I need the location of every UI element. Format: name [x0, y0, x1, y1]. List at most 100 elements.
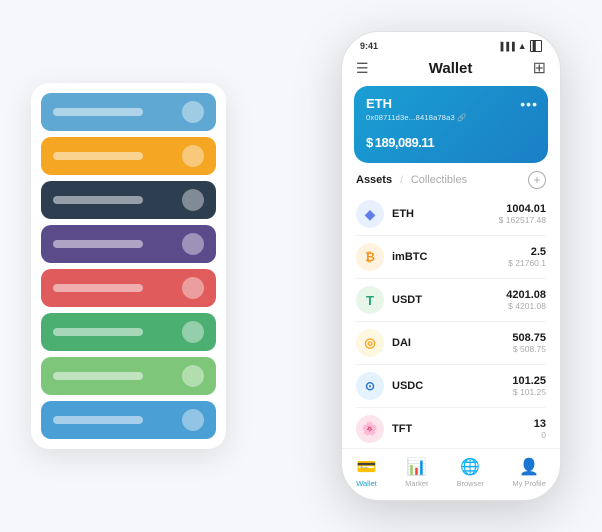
- scene: 9:41 ▐▐▐ ▲ ▌ ☰ Wallet ⊞ ETH 0x08711d3e..…: [21, 16, 581, 516]
- card-icon-6: [182, 321, 204, 343]
- asset-left-eth: ◆ ETH: [356, 200, 414, 228]
- asset-usd-eth: $ 162517.48: [499, 215, 546, 225]
- asset-icon-usdc: ⊙: [356, 372, 384, 400]
- asset-right-usdt: 4201.08 $ 4201.08: [506, 289, 546, 311]
- card-icon-5: [182, 277, 204, 299]
- status-time: 9:41: [360, 41, 378, 51]
- asset-item-imbtc[interactable]: ₿ imBTC 2.5 $ 21760.1: [356, 236, 546, 279]
- asset-item-usdt[interactable]: T USDT 4201.08 $ 4201.08: [356, 279, 546, 322]
- asset-amount-tft: 13: [534, 418, 546, 430]
- wallet-nav-label: Wallet: [356, 479, 377, 488]
- assets-tabs: Assets / Collectibles +: [342, 171, 560, 189]
- card-item-7[interactable]: [41, 357, 216, 395]
- expand-icon[interactable]: ⊞: [533, 58, 546, 78]
- card-bar-6: [53, 328, 143, 336]
- card-item-8[interactable]: [41, 401, 216, 439]
- asset-amount-imbtc: 2.5: [508, 246, 546, 258]
- asset-name-eth: ETH: [392, 208, 414, 220]
- asset-right-usdc: 101.25 $ 101.25: [512, 375, 546, 397]
- asset-right-dai: 508.75 $ 508.75: [512, 332, 546, 354]
- wifi-icon: ▲: [518, 41, 527, 51]
- asset-icon-imbtc: ₿: [356, 243, 384, 271]
- asset-left-usdt: T USDT: [356, 286, 422, 314]
- wallet-title: Wallet: [429, 60, 473, 77]
- card-item-1[interactable]: [41, 93, 216, 131]
- asset-usd-imbtc: $ 21760.1: [508, 258, 546, 268]
- asset-item-usdc[interactable]: ⊙ USDC 101.25 $ 101.25: [356, 365, 546, 408]
- card-icon-4: [182, 233, 204, 255]
- asset-icon-usdt: T: [356, 286, 384, 314]
- browser-nav-label: Browser: [457, 479, 485, 488]
- card-bar-8: [53, 416, 143, 424]
- asset-icon-dai: ◎: [356, 329, 384, 357]
- asset-list: ◆ ETH 1004.01 $ 162517.48 ₿ imBTC 2.5 $ …: [342, 193, 560, 448]
- card-item-4[interactable]: [41, 225, 216, 263]
- asset-amount-usdc: 101.25: [512, 375, 546, 387]
- asset-item-dai[interactable]: ◎ DAI 508.75 $ 508.75: [356, 322, 546, 365]
- market-nav-label: Market: [405, 479, 428, 488]
- nav-wallet[interactable]: 💳 Wallet: [356, 457, 377, 488]
- signal-icon: ▐▐▐: [498, 42, 515, 51]
- profile-nav-label: My Profile: [512, 479, 545, 488]
- asset-amount-eth: 1004.01: [499, 203, 546, 215]
- asset-item-tft[interactable]: 🌸 TFT 13 0: [356, 408, 546, 448]
- nav-browser[interactable]: 🌐 Browser: [457, 457, 485, 488]
- wallet-nav-icon: 💳: [357, 457, 377, 477]
- card-bar-2: [53, 152, 143, 160]
- asset-amount-usdt: 4201.08: [506, 289, 546, 301]
- card-bar-4: [53, 240, 143, 248]
- eth-card[interactable]: ETH 0x08711d3e...8418a78a3 🔗 $189,089.11…: [354, 86, 548, 163]
- asset-name-tft: TFT: [392, 423, 412, 435]
- phone-header: ☰ Wallet ⊞: [342, 56, 560, 86]
- menu-icon[interactable]: ☰: [356, 60, 369, 77]
- asset-left-usdc: ⊙ USDC: [356, 372, 423, 400]
- card-bar-3: [53, 196, 143, 204]
- asset-left-imbtc: ₿ imBTC: [356, 243, 427, 271]
- eth-amount-value: 189,089.11: [375, 135, 434, 150]
- tab-collectibles[interactable]: Collectibles: [411, 174, 467, 186]
- card-bar-5: [53, 284, 143, 292]
- nav-market[interactable]: 📊 Market: [405, 457, 428, 488]
- asset-name-usdt: USDT: [392, 294, 422, 306]
- card-icon-7: [182, 365, 204, 387]
- tabs-left: Assets / Collectibles: [356, 174, 467, 186]
- battery-icon: ▌: [530, 40, 542, 52]
- card-item-6[interactable]: [41, 313, 216, 351]
- browser-nav-icon: 🌐: [460, 457, 480, 477]
- card-item-2[interactable]: [41, 137, 216, 175]
- asset-usd-usdc: $ 101.25: [512, 387, 546, 397]
- asset-item-eth[interactable]: ◆ ETH 1004.01 $ 162517.48: [356, 193, 546, 236]
- card-item-5[interactable]: [41, 269, 216, 307]
- currency-symbol: $: [366, 135, 373, 150]
- asset-left-dai: ◎ DAI: [356, 329, 411, 357]
- eth-card-amount: $189,089.11: [366, 130, 536, 153]
- asset-right-tft: 13 0: [534, 418, 546, 440]
- asset-name-dai: DAI: [392, 337, 411, 349]
- nav-profile[interactable]: 👤 My Profile: [512, 457, 545, 488]
- tab-separator: /: [400, 175, 403, 186]
- card-icon-8: [182, 409, 204, 431]
- eth-card-address: 0x08711d3e...8418a78a3 🔗: [366, 113, 536, 122]
- market-nav-icon: 📊: [407, 457, 427, 477]
- card-icon-2: [182, 145, 204, 167]
- asset-name-usdc: USDC: [392, 380, 423, 392]
- card-bar-1: [53, 108, 143, 116]
- status-icons: ▐▐▐ ▲ ▌: [498, 40, 542, 52]
- asset-right-eth: 1004.01 $ 162517.48: [499, 203, 546, 225]
- phone: 9:41 ▐▐▐ ▲ ▌ ☰ Wallet ⊞ ETH 0x08711d3e..…: [341, 31, 561, 501]
- asset-left-tft: 🌸 TFT: [356, 415, 412, 443]
- asset-icon-eth: ◆: [356, 200, 384, 228]
- asset-name-imbtc: imBTC: [392, 251, 427, 263]
- asset-usd-tft: 0: [534, 430, 546, 440]
- eth-card-dots[interactable]: •••: [520, 96, 538, 112]
- add-asset-button[interactable]: +: [528, 171, 546, 189]
- card-icon-3: [182, 189, 204, 211]
- card-item-3[interactable]: [41, 181, 216, 219]
- tab-assets[interactable]: Assets: [356, 174, 392, 186]
- asset-amount-dai: 508.75: [512, 332, 546, 344]
- profile-nav-icon: 👤: [519, 457, 539, 477]
- card-stack: [31, 83, 226, 449]
- asset-usd-dai: $ 508.75: [512, 344, 546, 354]
- status-bar: 9:41 ▐▐▐ ▲ ▌: [342, 32, 560, 56]
- card-icon-1: [182, 101, 204, 123]
